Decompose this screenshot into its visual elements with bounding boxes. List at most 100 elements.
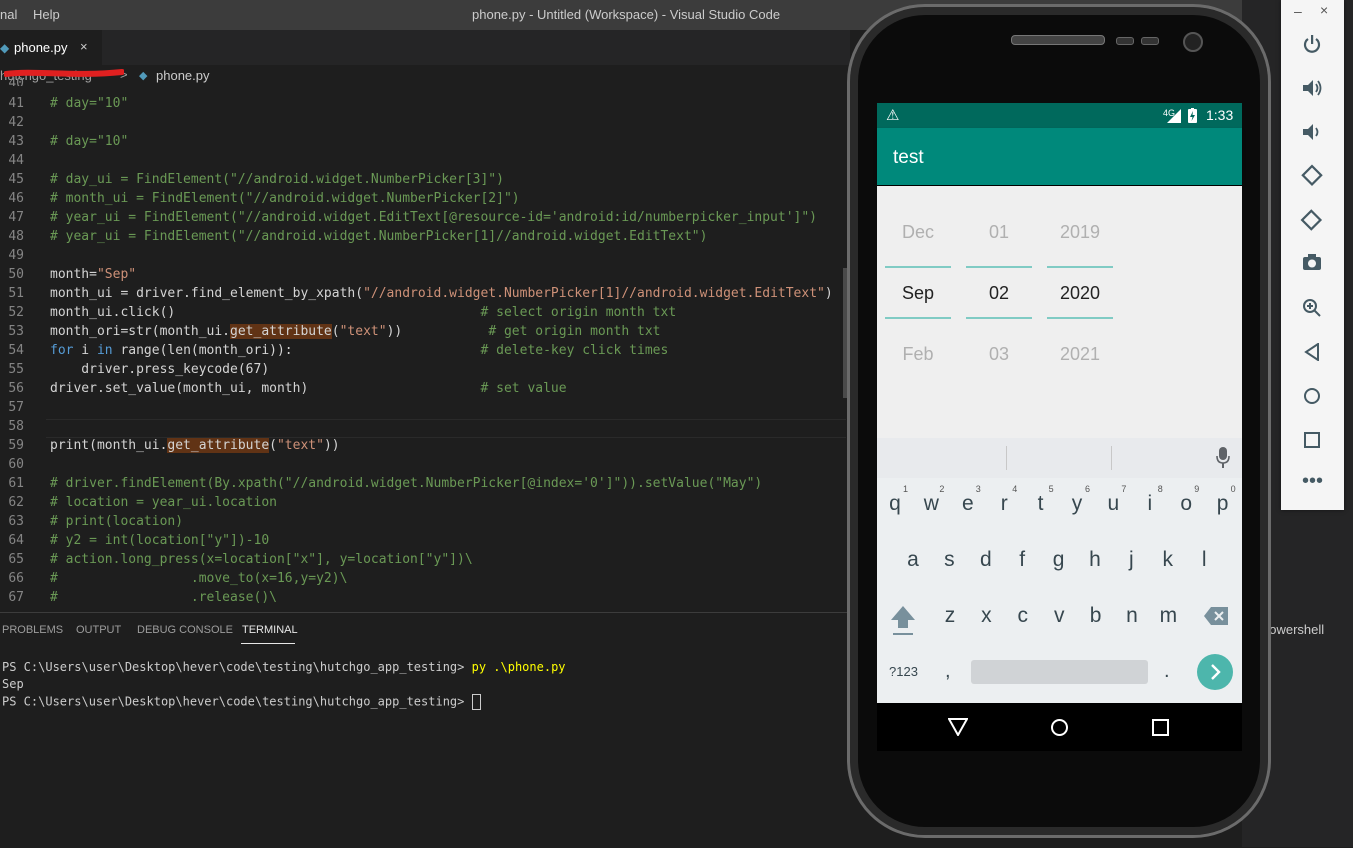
terminal-line-3[interactable]: PS C:\Users\user\Desktop\hever\code\test… <box>2 694 481 710</box>
code-line[interactable]: 65 # action.long_press(x=location["x"], y… <box>0 552 846 571</box>
key-s[interactable]: s <box>932 548 966 572</box>
code-line[interactable]: 44 <box>0 153 846 172</box>
tab-phone-py[interactable]: ◆ phone.py × <box>0 30 102 65</box>
code-line[interactable]: 64 # y2 = int(location["y"])-10 <box>0 533 846 552</box>
code-text: # year_ui = FindElement("//android.widge… <box>50 229 708 244</box>
signal-icon <box>1167 109 1181 123</box>
code-line[interactable]: 46 # month_ui = FindElement("//android.wi… <box>0 191 846 210</box>
code-line[interactable]: 45 # day_ui = FindElement("//android.widg… <box>0 172 846 191</box>
code-line[interactable]: 62 # location = year_ui.location <box>0 495 846 514</box>
minimize-icon[interactable]: – <box>1294 3 1302 19</box>
key-c[interactable]: c <box>1006 604 1040 628</box>
code-line[interactable]: 54 for i in range(len(month_ori)): # dele… <box>0 343 846 362</box>
key-i[interactable]: i <box>1133 492 1167 516</box>
key-b[interactable]: b <box>1079 604 1113 628</box>
key-r[interactable]: r <box>987 492 1021 516</box>
key-u[interactable]: u <box>1096 492 1130 516</box>
picker-year-prev[interactable]: 2019 <box>1047 222 1113 243</box>
code-line[interactable]: 55 driver.press_keycode(67) <box>0 362 846 381</box>
period-key[interactable]: . <box>1164 660 1170 683</box>
code-line[interactable]: 67 # .release()\ <box>0 590 846 609</box>
code-line[interactable]: 63 # print(location) <box>0 514 846 533</box>
code-line[interactable]: 57 <box>0 400 846 419</box>
code-line[interactable]: 42 <box>0 115 846 134</box>
menu-help[interactable]: Help <box>33 7 60 22</box>
power-icon[interactable] <box>1302 34 1322 54</box>
camera-icon[interactable] <box>1302 253 1322 271</box>
tab-problems[interactable]: PROBLEMS <box>2 624 63 636</box>
key-h[interactable]: h <box>1078 548 1112 572</box>
code-line[interactable]: 51 month_ui = driver.find_element_by_xpat… <box>0 286 846 305</box>
recents-icon[interactable] <box>1152 719 1169 736</box>
key-y[interactable]: y <box>1060 492 1094 516</box>
key-n[interactable]: n <box>1115 604 1149 628</box>
code-line[interactable]: 40 <box>0 76 846 86</box>
code-line[interactable]: 53 month_ori=str(month_ui.get_attribute("… <box>0 324 846 343</box>
code-line[interactable]: 52 month_ui.click() # select origin month… <box>0 305 846 324</box>
next-key[interactable] <box>1197 654 1233 690</box>
tab-output[interactable]: OUTPUT <box>76 624 121 636</box>
code-line[interactable]: 61 # driver.findElement(By.xpath("//andro… <box>0 476 846 495</box>
key-k[interactable]: k <box>1151 548 1185 572</box>
code-line[interactable]: 47 # year_ui = FindElement("//android.wid… <box>0 210 846 229</box>
picker-month-prev[interactable]: Dec <box>885 222 951 243</box>
code-line[interactable]: 48 # year_ui = FindElement("//android.wid… <box>0 229 846 248</box>
home-icon[interactable] <box>1303 387 1321 405</box>
tab-debug-console[interactable]: DEBUG CONSOLE <box>137 624 233 636</box>
key-g[interactable]: g <box>1042 548 1076 572</box>
symbols-key[interactable]: ?123 <box>889 664 918 679</box>
back-icon[interactable] <box>1304 343 1320 361</box>
space-key[interactable] <box>971 660 1148 684</box>
picker-month-next[interactable]: Feb <box>885 344 951 365</box>
key-a[interactable]: a <box>896 548 930 572</box>
picker-year-selected[interactable]: 2020 <box>1047 283 1113 304</box>
terminal-shell-selector[interactable]: powershell <box>1262 622 1324 637</box>
key-e[interactable]: e <box>951 492 985 516</box>
tab-terminal[interactable]: TERMINAL <box>242 624 298 636</box>
code-line[interactable]: 49 <box>0 248 846 267</box>
key-j[interactable]: j <box>1114 548 1148 572</box>
bottom-panel <box>0 612 850 848</box>
picker-day-selected[interactable]: 02 <box>966 283 1032 304</box>
backspace-icon[interactable] <box>1203 606 1229 626</box>
key-f[interactable]: f <box>1005 548 1039 572</box>
key-v[interactable]: v <box>1042 604 1076 628</box>
rotate-right-icon[interactable] <box>1300 208 1324 232</box>
key-l[interactable]: l <box>1187 548 1221 572</box>
key-t[interactable]: t <box>1024 492 1058 516</box>
picker-day-prev[interactable]: 01 <box>966 222 1032 243</box>
overview-icon[interactable] <box>1304 432 1320 448</box>
code-line[interactable]: 60 <box>0 457 846 476</box>
shift-icon[interactable] <box>889 604 917 636</box>
key-p[interactable]: p <box>1206 492 1240 516</box>
rotate-left-icon[interactable] <box>1300 164 1324 188</box>
key-x[interactable]: x <box>969 604 1003 628</box>
code-line[interactable]: 66 # .move_to(x=16,y=y2)\ <box>0 571 846 590</box>
volume-down-icon[interactable] <box>1302 122 1324 142</box>
back-icon[interactable] <box>948 718 968 736</box>
key-q[interactable]: q <box>878 492 912 516</box>
key-w[interactable]: w <box>914 492 948 516</box>
close-icon[interactable]: × <box>1320 2 1328 18</box>
code-line[interactable]: 41 # day="10" <box>0 96 846 115</box>
zoom-icon[interactable] <box>1302 298 1322 318</box>
comma-key[interactable]: , <box>945 660 951 683</box>
picker-day-next[interactable]: 03 <box>966 344 1032 365</box>
code-line[interactable]: 56 driver.set_value(month_ui, month) # se… <box>0 381 846 400</box>
more-icon[interactable]: ••• <box>1302 470 1323 493</box>
microphone-icon[interactable] <box>1216 447 1230 469</box>
menu-terminal[interactable]: nal <box>0 7 17 22</box>
key-d[interactable]: d <box>969 548 1003 572</box>
close-icon[interactable]: × <box>80 39 88 54</box>
code-line[interactable]: 58 <box>0 419 846 438</box>
code-line[interactable]: 43 # day="10" <box>0 134 846 153</box>
key-m[interactable]: m <box>1151 604 1185 628</box>
key-z[interactable]: z <box>933 604 967 628</box>
picker-month-selected[interactable]: Sep <box>885 283 951 304</box>
picker-year-next[interactable]: 2021 <box>1047 344 1113 365</box>
volume-up-icon[interactable] <box>1302 78 1324 98</box>
key-o[interactable]: o <box>1169 492 1203 516</box>
code-line[interactable]: 59 print(month_ui.get_attribute("text")) <box>0 438 846 457</box>
code-line[interactable]: 50 month="Sep" <box>0 267 846 286</box>
home-icon[interactable] <box>1050 718 1069 737</box>
